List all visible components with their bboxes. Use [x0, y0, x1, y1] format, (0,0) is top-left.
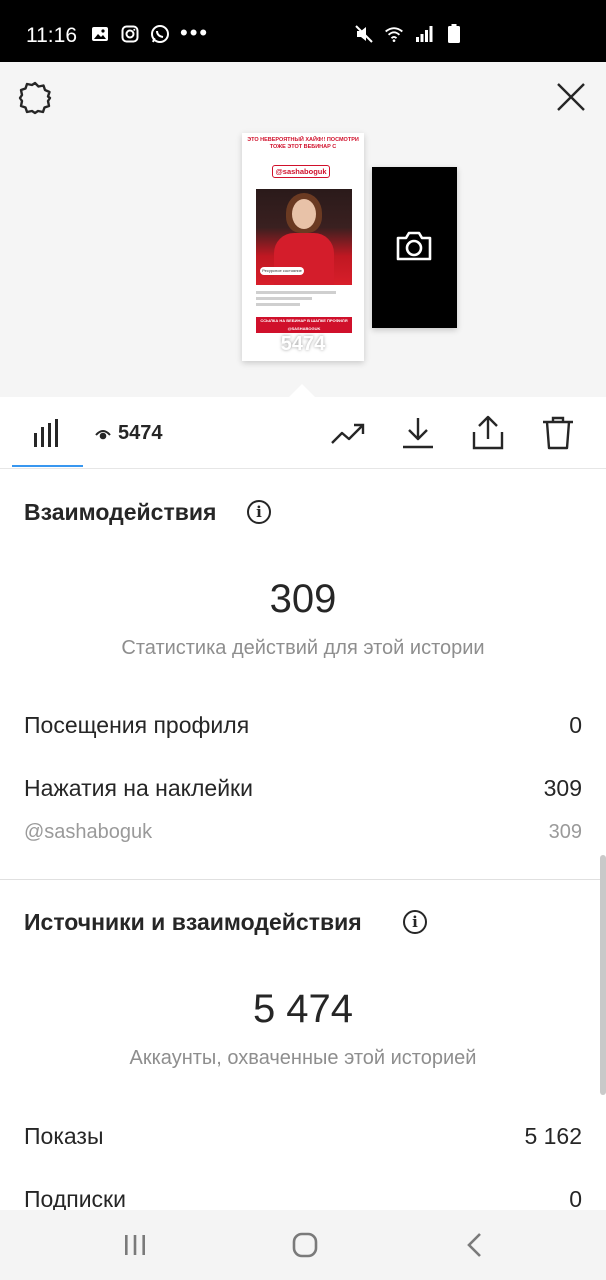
signal-icon [414, 24, 434, 44]
impressions-value: 5 162 [524, 1123, 582, 1149]
interactions-total: 309 [269, 577, 337, 621]
instagram-icon [120, 24, 140, 44]
status-time: 11:16 [26, 24, 77, 47]
share-icon[interactable] [470, 415, 506, 451]
story-thumbnail[interactable]: ЭТО НЕВЕРОЯТНЫЙ ХАЙФ!! ПОСМОТРИ ТОЖЕ ЭТО… [242, 133, 364, 361]
interactions-title: Взаимодействия [24, 499, 217, 525]
story-header-text: ЭТО НЕВЕРОЯТНЫЙ ХАЙФ!! ПОСМОТРИ ТОЖЕ ЭТО… [247, 137, 359, 150]
scrollbar[interactable] [600, 855, 606, 1095]
sticker-taps-label: Нажатия на наклейки [24, 775, 253, 801]
story-sticker: Ресурсное состояние [260, 267, 304, 275]
close-icon[interactable] [554, 80, 588, 114]
discovery-total: 5 474 [252, 987, 354, 1031]
insights-tab-indicator [12, 465, 83, 467]
interactions-subtitle: Статистика действий для этой истории [121, 637, 485, 659]
story-mention: @sashaboguk [272, 165, 330, 178]
add-story-card[interactable] [372, 167, 457, 328]
status-right-icons [354, 24, 464, 44]
story-banner: ССЫЛКА НА ВЕБИНАР В ШАПКЕ ПРОФИЛЯ @SASHA… [256, 317, 352, 333]
section-divider [0, 879, 606, 880]
mute-icon [354, 24, 374, 44]
viewers-count[interactable]: 5474 [118, 422, 163, 445]
recent-apps-icon[interactable] [120, 1230, 150, 1260]
impressions-label: Показы [24, 1123, 104, 1149]
follows-value: 0 [569, 1186, 582, 1210]
info-icon[interactable]: i [403, 910, 427, 934]
thumbnail-pointer [288, 384, 316, 398]
profile-visits-value: 0 [569, 712, 582, 738]
follows-label: Подписки [24, 1186, 126, 1210]
info-icon[interactable]: i [247, 500, 271, 524]
mention-sticker-label[interactable]: @sashaboguk [24, 821, 152, 844]
gallery-icon [90, 24, 110, 44]
download-icon[interactable] [400, 415, 436, 451]
discovery-title: Источники и взаимодействия [24, 909, 362, 935]
trending-icon[interactable] [330, 415, 366, 451]
whatsapp-icon [150, 24, 170, 44]
wifi-icon [384, 24, 404, 44]
status-bar: 11:16 ••• [0, 0, 606, 62]
status-left-icons [90, 24, 170, 44]
mention-sticker-value: 309 [548, 821, 582, 843]
story-photo: Ресурсное состояние [256, 189, 352, 285]
back-icon[interactable] [460, 1230, 490, 1260]
story-caption-lines [256, 291, 336, 309]
more-dots-icon: ••• [180, 20, 210, 45]
insights-toolbar: 5474 [0, 397, 606, 469]
battery-icon [444, 24, 464, 44]
delete-icon[interactable] [540, 415, 576, 451]
sticker-taps-value: 309 [543, 775, 582, 801]
system-nav-bar [0, 1210, 606, 1280]
home-icon[interactable] [290, 1230, 320, 1260]
camera-icon [394, 229, 434, 263]
insights-icon[interactable] [32, 419, 62, 447]
profile-visits-label: Посещения профиля [24, 712, 250, 738]
story-view-count: 5474 [280, 333, 326, 355]
insights-content: Взаимодействия i 309 Статистика действий… [0, 470, 606, 1210]
settings-icon[interactable] [17, 80, 53, 116]
eye-icon [95, 428, 111, 440]
discovery-subtitle: Аккаунты, охваченные этой историей [129, 1047, 477, 1069]
